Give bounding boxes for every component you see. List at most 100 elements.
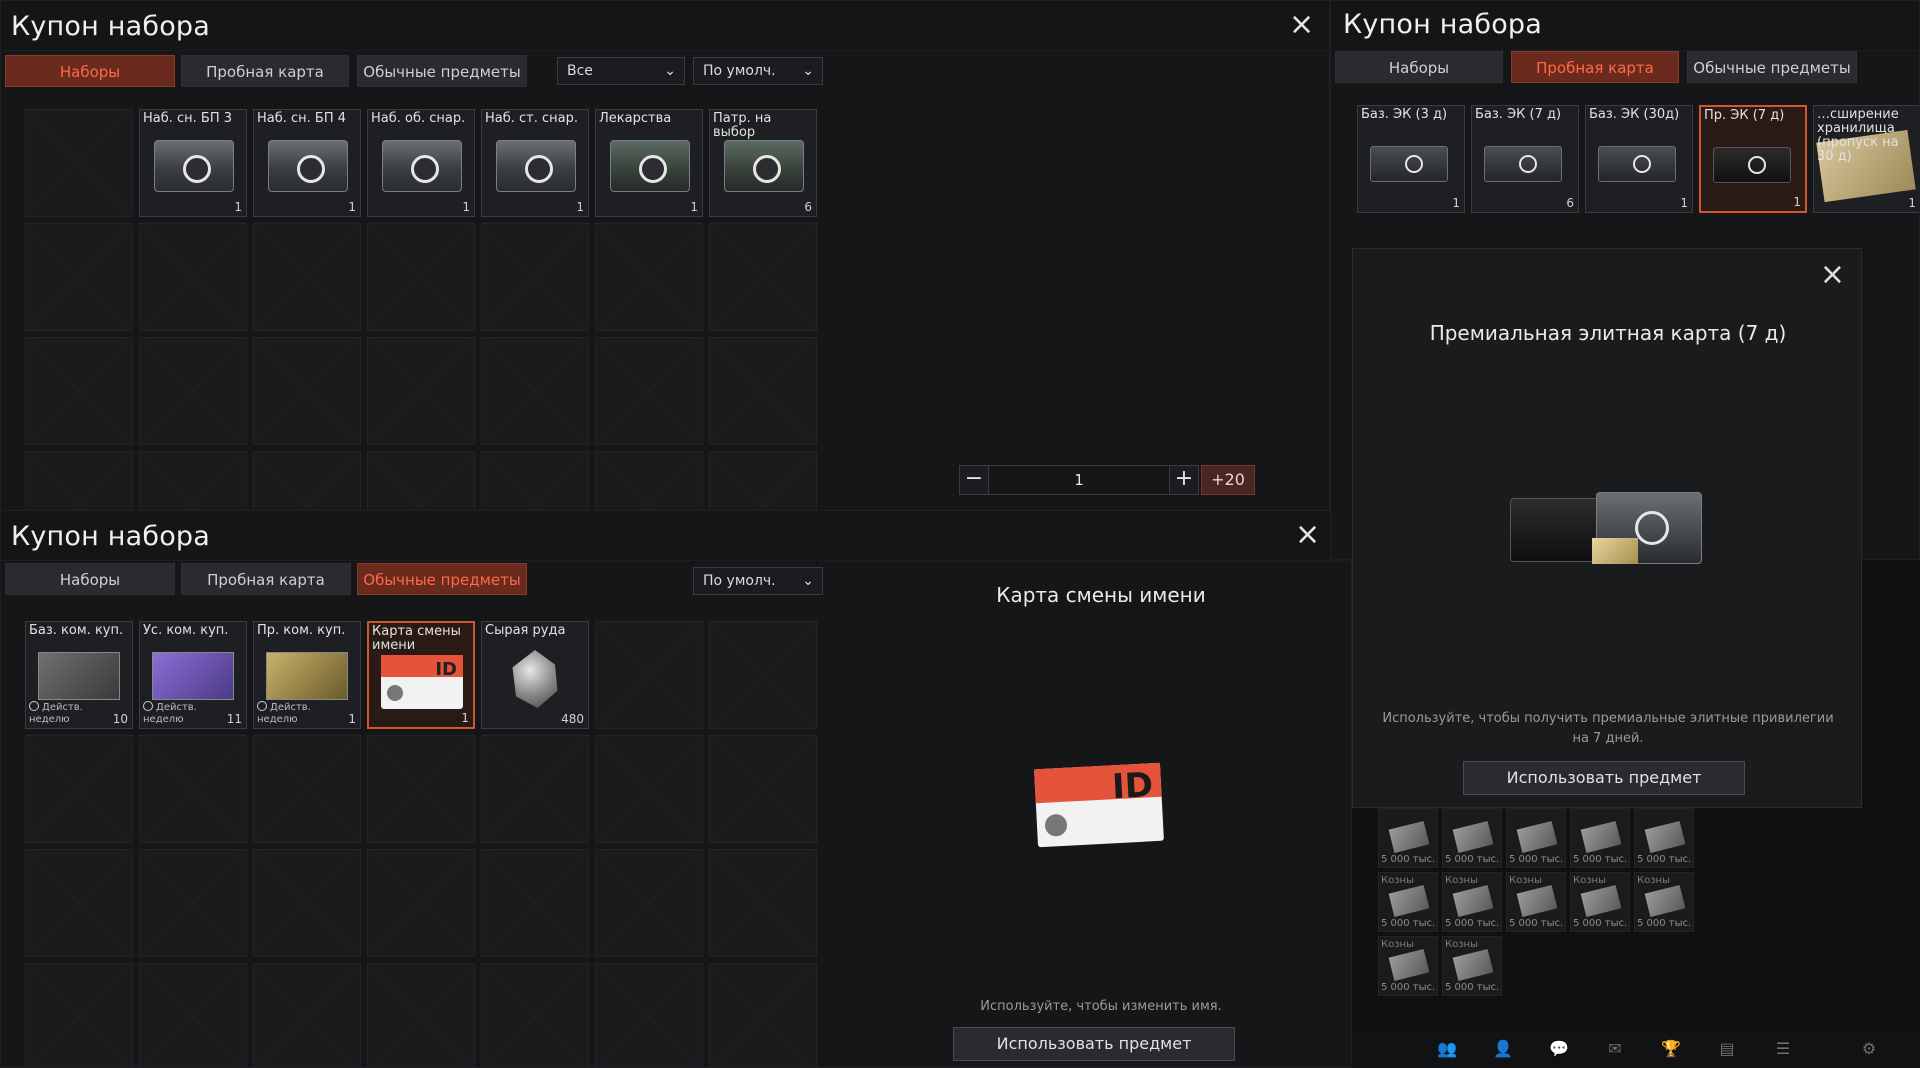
inventory-item[interactable]: Ус. ком. куп. Действ. неделю 11 (139, 621, 247, 729)
coupon-icon (152, 652, 234, 700)
panel-1-tab-regular-items[interactable]: Обычные предметы (357, 55, 527, 87)
panel-1-tab-kits[interactable]: Наборы (5, 55, 175, 87)
inventory-slot (253, 735, 361, 843)
item-count: 1 (1680, 196, 1688, 210)
inventory-item[interactable]: …сширение хранилища (пропуск на 30 д) 1 (1813, 105, 1919, 213)
panel-3-tab-regular-items[interactable]: Обычные предметы (1687, 51, 1857, 83)
mail-icon[interactable]: ✉ (1604, 1038, 1626, 1060)
inventory-slot (595, 337, 703, 445)
panel-1-sort-dropdown[interactable]: По умолч. ⌄ (693, 57, 823, 85)
use-item-button[interactable]: Использовать предмет (1463, 761, 1745, 795)
item-count: 1 (234, 200, 242, 214)
inventory-item[interactable]: Патр. на выбор 6 (709, 109, 817, 217)
quantity-input[interactable]: 1 (989, 465, 1169, 495)
panel-3-tab-trial-card[interactable]: Пробная карта (1511, 51, 1679, 83)
inventory-slot (709, 621, 817, 729)
inventory-slot (253, 963, 361, 1067)
item-validity-line2: неделю (29, 714, 70, 725)
item-label: Карта смены имени (372, 624, 461, 653)
premium-elite-kit-icon (1510, 490, 1706, 570)
inventory-item[interactable]: Баз. ЭК (30д) 1 (1585, 105, 1693, 213)
inventory-slot (139, 451, 247, 511)
panel-1-tab-trial-card[interactable]: Пробная карта (181, 55, 349, 87)
inventory-item-selected[interactable]: Карта смены имени ID 1 (367, 621, 475, 729)
background-inventory: 5 000 тыс. 5 000 тыс. 5 000 тыс. 5 000 т… (1352, 808, 1772, 998)
inventory-slot (595, 621, 703, 729)
money-item: Козны 5 000 тыс. (1378, 936, 1438, 996)
inventory-item[interactable]: Пр. ком. куп. Действ. неделю 1 (253, 621, 361, 729)
item-label: Наб. сн. БП 3 (143, 111, 233, 126)
clock-icon (29, 701, 39, 711)
inventory-slot (709, 451, 817, 511)
money-item: Козны 5 000 тыс. (1634, 872, 1694, 932)
settings-gear-icon[interactable]: ⚙ (1858, 1038, 1880, 1060)
panel-2-sort-value: По умолч. (703, 573, 776, 589)
inventory-slot (709, 223, 817, 331)
use-item-button[interactable]: Использовать предмет (953, 1027, 1235, 1061)
money-item: 5 000 тыс. (1506, 808, 1566, 868)
crate-icon (496, 140, 576, 192)
item-label: …сширение хранилища (пропуск на 30 д) (1817, 107, 1899, 164)
panel-1-filter-value: Все (567, 63, 593, 79)
inventory-slot (595, 451, 703, 511)
panel-2-tab-kits[interactable]: Наборы (5, 563, 175, 595)
inventory-item[interactable]: Наб. об. снар. 1 (367, 109, 475, 217)
panel-1-close-icon[interactable]: × (1289, 10, 1314, 40)
inventory-slot (481, 963, 589, 1067)
panel-2-sort-dropdown[interactable]: По умолч. ⌄ (693, 567, 823, 595)
panel-1-item-grid: Наб. сн. БП 3 1 Наб. сн. БП 4 1 Наб. об.… (25, 109, 817, 511)
item-label: Баз. ЭК (7 д) (1475, 107, 1562, 122)
panel-1-sort-value: По умолч. (703, 63, 776, 79)
dialog-close-icon[interactable]: × (1820, 260, 1845, 290)
item-label: Пр. ЭК (7 д) (1704, 108, 1785, 123)
money-item: Козны 5 000 тыс. (1378, 872, 1438, 932)
trophy-icon[interactable]: 🏆 (1660, 1038, 1682, 1060)
item-count: 1 (462, 200, 470, 214)
inventory-slot (595, 735, 703, 843)
chat-icon[interactable]: 💬 (1548, 1038, 1570, 1060)
plus-20-button[interactable]: +20 (1201, 465, 1255, 495)
inventory-item[interactable]: Баз. ком. куп. Действ. неделю 10 (25, 621, 133, 729)
panel-1-filter-dropdown[interactable]: Все ⌄ (557, 57, 685, 85)
item-label: Ус. ком. куп. (143, 623, 229, 638)
inventory-item[interactable]: Баз. ЭК (7 д) 6 (1471, 105, 1579, 213)
inventory-item[interactable]: Лекарства 1 (595, 109, 703, 217)
item-validity: Действ. неделю (257, 701, 311, 726)
elite-kit-icon (1598, 146, 1676, 182)
inventory-item-selected[interactable]: Пр. ЭК (7 д) 1 (1699, 105, 1807, 213)
list-icon[interactable]: ☰ (1772, 1038, 1794, 1060)
panel-2-close-icon[interactable]: × (1295, 520, 1320, 550)
money-item: 5 000 тыс. (1442, 808, 1502, 868)
inventory-slot (709, 337, 817, 445)
inventory-slot (481, 451, 589, 511)
document-icon[interactable]: ▤ (1716, 1038, 1738, 1060)
panel-3-tab-kits[interactable]: Наборы (1335, 51, 1503, 83)
inventory-item[interactable]: Наб. сн. БП 3 1 (139, 109, 247, 217)
inventory-slot (139, 849, 247, 957)
clock-icon (143, 701, 153, 711)
chevron-down-icon: ⌄ (664, 63, 676, 79)
panel-2-tab-trial-card[interactable]: Пробная карта (181, 563, 351, 595)
inventory-slot (253, 337, 361, 445)
item-label: Лекарства (599, 111, 672, 126)
inventory-item[interactable]: Баз. ЭК (3 д) 1 (1357, 105, 1465, 213)
item-validity-line2: неделю (257, 714, 298, 725)
inventory-item[interactable]: Сырая руда 480 (481, 621, 589, 729)
inventory-slot (25, 735, 133, 843)
inventory-slot (367, 337, 475, 445)
panel-2-tab-regular-items[interactable]: Обычные предметы (357, 563, 527, 595)
panel-1-title: Купон набора (11, 11, 211, 42)
inventory-slot (367, 451, 475, 511)
inventory-item[interactable]: Наб. сн. БП 4 1 (253, 109, 361, 217)
decrement-button[interactable]: − (959, 465, 989, 495)
item-count: 1 (461, 711, 469, 725)
friends-icon[interactable]: 👥 (1436, 1038, 1458, 1060)
crate-icon (268, 140, 348, 192)
increment-button[interactable]: + (1169, 465, 1199, 495)
panel-3-titlebar: Купон набора (1331, 1, 1919, 51)
item-label: Сырая руда (485, 623, 566, 638)
profile-icon[interactable]: 👤 (1492, 1038, 1514, 1060)
item-count: 10 (112, 712, 128, 726)
elite-kit-icon (1370, 146, 1448, 182)
inventory-item[interactable]: Наб. ст. снар. 1 (481, 109, 589, 217)
